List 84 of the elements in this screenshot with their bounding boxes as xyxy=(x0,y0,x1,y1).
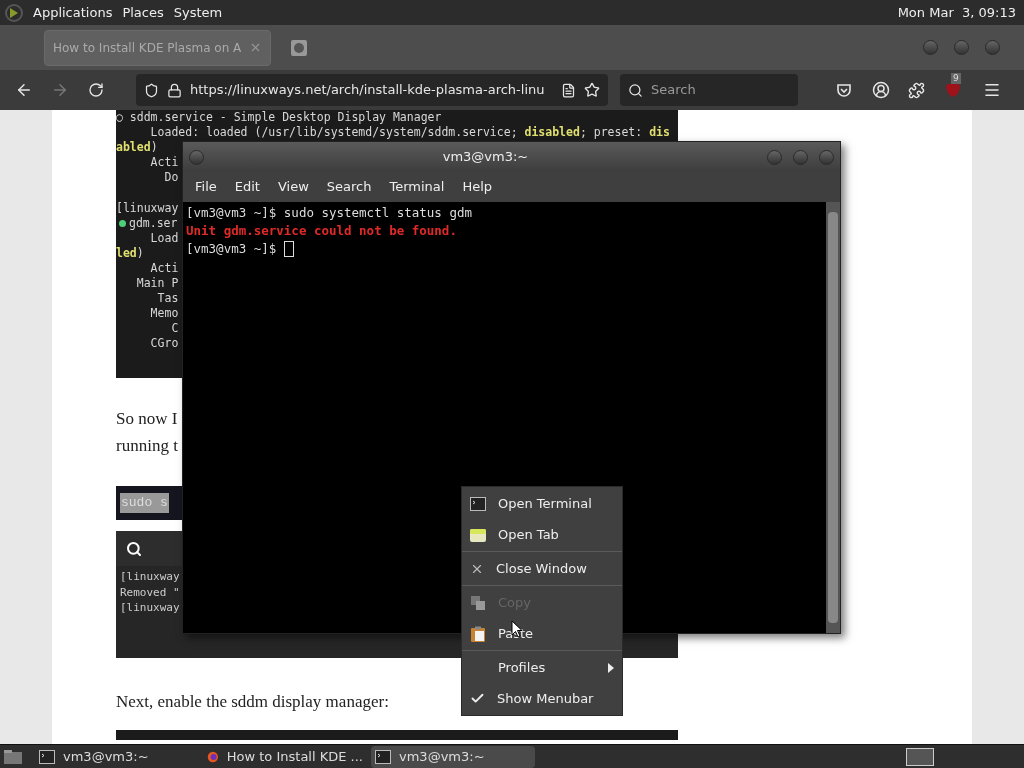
panel-menu[interactable]: Applications xyxy=(28,2,118,23)
menu-item[interactable]: Edit xyxy=(225,177,269,197)
reload-icon[interactable] xyxy=(88,82,104,98)
code-text: Loaded: loaded (/usr/lib/systemd/system/sddm.service; xyxy=(149,125,519,140)
lock-icon[interactable] xyxy=(167,82,182,98)
tab-title: How to Install KDE Plasma on A xyxy=(53,39,242,57)
copy-icon xyxy=(470,594,486,611)
account-icon[interactable] xyxy=(872,81,890,99)
paragraph-text: So now I xyxy=(116,409,178,428)
forward-icon[interactable] xyxy=(51,81,69,99)
reader-icon[interactable] xyxy=(561,82,576,98)
code-text: ) xyxy=(150,140,158,155)
code-text: dis xyxy=(649,125,670,140)
code-text: C xyxy=(170,321,179,336)
pocket-icon[interactable] xyxy=(836,82,852,98)
panel-menu[interactable]: System xyxy=(168,2,228,23)
terminal-icon xyxy=(470,496,486,511)
paragraph-text: Next, enable the sddm display manager: xyxy=(116,692,389,711)
code-text: Tas xyxy=(156,291,179,306)
command-text: sudo s xyxy=(120,493,169,513)
scrollbar-thumb[interactable] xyxy=(828,212,838,623)
bookmark-star-icon[interactable] xyxy=(584,82,600,98)
code-text: gdm.ser xyxy=(129,216,178,231)
menu-item[interactable]: File xyxy=(186,177,226,197)
search-icon xyxy=(628,82,643,98)
menu-item[interactable]: Open Terminal xyxy=(462,488,622,519)
code-text: Load xyxy=(149,231,179,246)
menu-item[interactable]: Close Window xyxy=(462,553,622,584)
code-text: [linuxway xyxy=(120,601,180,614)
menu-item[interactable]: Help xyxy=(453,177,502,197)
terminal-text: [vm3@vm3 ~]$ sudo systemctl status gdm xyxy=(186,204,472,222)
terminal-text: Unit gdm.service could not be found. xyxy=(186,222,457,240)
taskbar-button[interactable]: vm3@vm3:~ xyxy=(371,745,535,768)
favicon-icon xyxy=(291,39,308,56)
code-text: CGro xyxy=(149,336,179,351)
code-text: Do xyxy=(163,170,179,185)
logo-icon xyxy=(4,2,24,23)
clock[interactable]: Mon Mar 3, 09:13 xyxy=(897,2,1020,23)
code-text: abled xyxy=(116,140,151,155)
terminal-icon xyxy=(39,749,55,764)
url-text: https://linuxways.net/arch/install-kde-plasma-arch-linu xyxy=(190,81,545,100)
menu-item[interactable]: Show Menubar xyxy=(462,683,622,714)
code-text: ) xyxy=(136,246,144,261)
back-icon[interactable] xyxy=(15,81,33,99)
search-icon xyxy=(126,540,142,557)
taskbar-button[interactable]: vm3@vm3:~ xyxy=(35,745,199,768)
menu-item[interactable]: View xyxy=(268,177,318,197)
menu-item[interactable]: Search xyxy=(317,177,381,197)
address-bar[interactable]: https://linuxways.net/arch/install-kde-plasma-arch-linu xyxy=(136,74,608,106)
scrollbar[interactable] xyxy=(826,202,840,633)
paragraph-text: running t xyxy=(116,436,178,455)
shield-icon[interactable] xyxy=(144,82,159,98)
code-text: Main P xyxy=(135,276,179,291)
code-text: led xyxy=(116,246,137,261)
code-text: [linuxway xyxy=(120,570,180,583)
show-desktop-icon[interactable] xyxy=(3,748,23,765)
terminal-icon xyxy=(375,749,391,764)
menu-item[interactable]: Open Tab xyxy=(462,519,622,550)
code-text: Acti xyxy=(149,261,179,276)
menu-item[interactable]: Terminal xyxy=(380,177,454,197)
code-text: Acti xyxy=(149,155,179,170)
menu-item[interactable]: Paste xyxy=(462,618,622,649)
search-field[interactable]: Search xyxy=(620,74,798,106)
tab-icon xyxy=(470,527,486,542)
code-text: Removed " xyxy=(120,585,180,599)
code-text: disabled xyxy=(524,125,580,140)
panel-menu[interactable]: Places xyxy=(117,2,169,23)
terminal-text: [vm3@vm3 ~]$ xyxy=(186,240,278,258)
workspace-switcher[interactable] xyxy=(906,747,934,766)
search-placeholder: Search xyxy=(651,81,696,100)
extensions-icon[interactable] xyxy=(908,81,925,99)
code-text: ; preset: xyxy=(579,125,644,140)
clipboard-icon xyxy=(470,625,486,642)
menu-icon[interactable] xyxy=(983,81,1001,99)
extension-badge: 9 xyxy=(951,73,961,84)
code-text: ○ sddm.service - Simple Desktop Display Manager xyxy=(116,110,442,125)
window-title: vm3@vm3:~ xyxy=(441,148,530,167)
text-cursor xyxy=(283,241,294,257)
check-icon xyxy=(470,691,485,706)
submenu-arrow-icon xyxy=(608,662,614,673)
menu-item[interactable]: Profiles xyxy=(462,652,622,683)
code-text: [linuxway xyxy=(116,201,179,216)
taskbar-button[interactable]: How to Install KDE ... xyxy=(203,745,367,768)
code-text: Memo xyxy=(149,306,179,321)
